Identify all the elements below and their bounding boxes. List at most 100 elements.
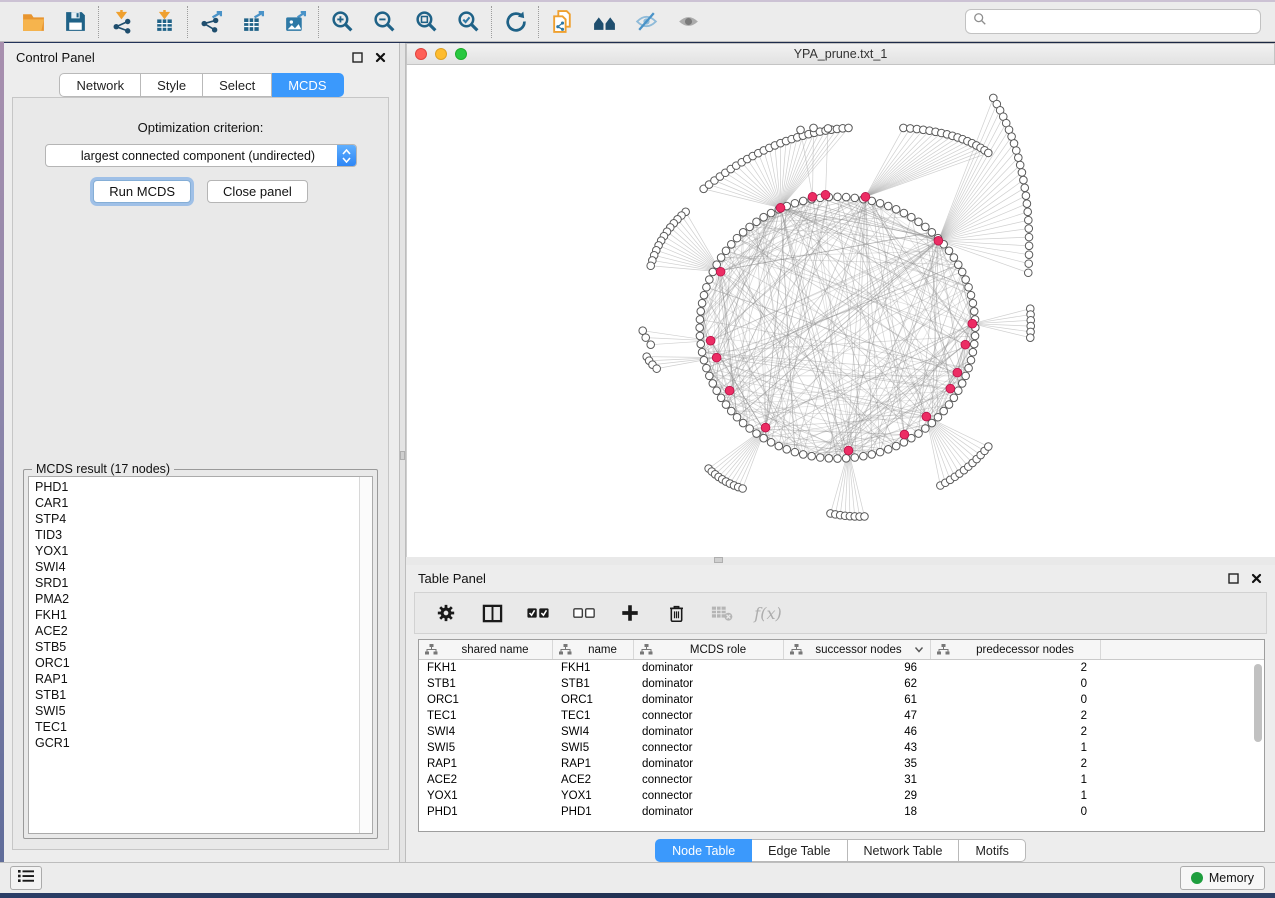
mcds-result-item[interactable]: SWI4 [35, 559, 372, 575]
close-panel-button[interactable]: Close panel [207, 180, 308, 203]
menu-button[interactable] [10, 866, 42, 890]
table-row[interactable]: FKH1FKH1dominator962 [419, 660, 1264, 676]
column-header-successor-nodes[interactable]: successor nodes [784, 640, 931, 659]
node-table[interactable]: shared namenameMCDS rolesuccessor nodesp… [418, 639, 1265, 832]
zoom-selected-icon[interactable] [455, 9, 481, 35]
mcds-result-item[interactable]: SRD1 [35, 575, 372, 591]
memory-button[interactable]: Memory [1180, 866, 1265, 890]
table-row[interactable]: ACE2ACE2connector311 [419, 772, 1264, 788]
vertical-splitter[interactable] [399, 43, 406, 862]
refresh-layout-icon[interactable] [502, 9, 528, 35]
mcds-result-item[interactable]: STB1 [35, 687, 372, 703]
export-image-icon[interactable] [282, 9, 308, 35]
mcds-result-item[interactable]: ACE2 [35, 623, 372, 639]
criterion-dropdown[interactable]: largest connected component (undirected) [45, 144, 357, 167]
copy-network-icon[interactable] [549, 9, 575, 35]
tab-network-table[interactable]: Network Table [848, 839, 960, 862]
import-network-icon[interactable] [109, 9, 135, 35]
mcds-result-item[interactable]: FKH1 [35, 607, 372, 623]
splitter-grip[interactable] [714, 557, 723, 563]
tab-edge-table[interactable]: Edge Table [752, 839, 847, 862]
show-columns-icon[interactable] [481, 602, 503, 624]
column-header-MCDS-role[interactable]: MCDS role [634, 640, 784, 659]
mcds-node[interactable] [706, 336, 715, 345]
first-neighbors-icon[interactable] [591, 9, 617, 35]
column-header-predecessor-nodes[interactable]: predecessor nodes [931, 640, 1101, 659]
zoom-fit-icon[interactable] [413, 9, 439, 35]
table-row[interactable]: ORC1ORC1dominator610 [419, 692, 1264, 708]
mcds-node[interactable] [961, 340, 970, 349]
mcds-node[interactable] [821, 190, 830, 199]
mcds-node[interactable] [953, 368, 962, 377]
mcds-result-item[interactable]: STB5 [35, 639, 372, 655]
zoom-out-icon[interactable] [371, 9, 397, 35]
select-all-icon[interactable] [527, 602, 549, 624]
delete-entry-icon[interactable] [665, 602, 687, 624]
float-panel-icon[interactable] [351, 51, 364, 64]
tab-motifs[interactable]: Motifs [959, 839, 1025, 862]
hide-selected-icon[interactable] [633, 9, 659, 35]
zoom-in-icon[interactable] [329, 9, 355, 35]
mcds-result-list[interactable]: PHD1CAR1STP4TID3YOX1SWI4SRD1PMA2FKH1ACE2… [28, 476, 373, 834]
mcds-result-item[interactable]: PHD1 [35, 479, 372, 495]
splitter-grip[interactable] [400, 451, 405, 460]
add-entry-icon[interactable] [619, 602, 641, 624]
network-canvas[interactable] [406, 65, 1275, 557]
tab-network[interactable]: Network [59, 73, 141, 97]
export-table-icon[interactable] [240, 9, 266, 35]
open-file-icon[interactable] [20, 9, 46, 35]
mcds-node[interactable] [861, 192, 870, 201]
mcds-node[interactable] [922, 412, 931, 421]
close-panel-icon[interactable] [374, 51, 387, 64]
tab-select[interactable]: Select [203, 73, 272, 97]
mcds-node[interactable] [725, 386, 734, 395]
table-scrollbar-thumb[interactable] [1254, 664, 1262, 742]
settings-icon[interactable] [435, 602, 457, 624]
show-all-icon[interactable] [675, 9, 701, 35]
mcds-node[interactable] [712, 353, 721, 362]
table-row[interactable]: YOX1YOX1connector291 [419, 788, 1264, 804]
deselect-all-icon[interactable] [573, 602, 595, 624]
result-list-scrollbar[interactable] [359, 477, 372, 833]
table-row[interactable]: SWI4SWI4dominator462 [419, 724, 1264, 740]
import-table-icon[interactable] [151, 9, 177, 35]
mcds-node[interactable] [716, 267, 725, 276]
mcds-result-item[interactable]: STP4 [35, 511, 372, 527]
mcds-node[interactable] [776, 203, 785, 212]
table-row[interactable]: STB1STB1dominator620 [419, 676, 1264, 692]
table-row[interactable]: PHD1PHD1dominator180 [419, 804, 1264, 820]
column-header-shared-name[interactable]: shared name [419, 640, 553, 659]
search-input[interactable] [987, 15, 1253, 29]
table-scrollbar[interactable] [1253, 662, 1262, 829]
mcds-result-item[interactable]: SWI5 [35, 703, 372, 719]
search-field[interactable] [965, 9, 1261, 34]
mcds-result-item[interactable]: ORC1 [35, 655, 372, 671]
tab-style[interactable]: Style [141, 73, 203, 97]
mcds-node[interactable] [968, 319, 977, 328]
horizontal-splitter[interactable] [406, 557, 1275, 565]
run-mcds-button[interactable]: Run MCDS [93, 180, 191, 203]
table-row[interactable]: TEC1TEC1connector472 [419, 708, 1264, 724]
float-panel-icon[interactable] [1227, 572, 1240, 585]
mcds-node[interactable] [900, 430, 909, 439]
mcds-node[interactable] [808, 192, 817, 201]
mcds-result-item[interactable]: TID3 [35, 527, 372, 543]
mcds-node[interactable] [946, 384, 955, 393]
network-titlebar[interactable]: YPA_prune.txt_1 [406, 43, 1275, 65]
mcds-result-item[interactable]: RAP1 [35, 671, 372, 687]
mcds-node[interactable] [761, 423, 770, 432]
mcds-result-item[interactable]: CAR1 [35, 495, 372, 511]
mcds-result-item[interactable]: PMA2 [35, 591, 372, 607]
mcds-node[interactable] [934, 236, 943, 245]
export-network-icon[interactable] [198, 9, 224, 35]
table-row[interactable]: SWI5SWI5connector431 [419, 740, 1264, 756]
table-row[interactable]: RAP1RAP1dominator352 [419, 756, 1264, 772]
column-header-name[interactable]: name [553, 640, 634, 659]
tab-node-table[interactable]: Node Table [655, 839, 752, 862]
mcds-result-item[interactable]: TEC1 [35, 719, 372, 735]
tab-mcds[interactable]: MCDS [272, 73, 343, 97]
mcds-node[interactable] [844, 446, 853, 455]
mcds-result-item[interactable]: GCR1 [35, 735, 372, 751]
close-panel-icon[interactable] [1250, 572, 1263, 585]
mcds-result-item[interactable]: YOX1 [35, 543, 372, 559]
